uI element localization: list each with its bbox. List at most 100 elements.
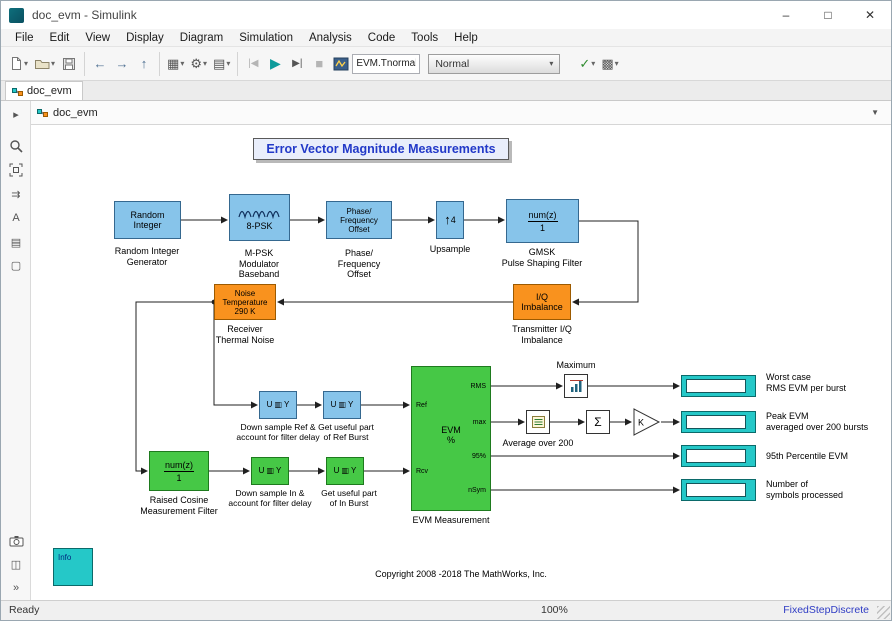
- toolbar-separator: [159, 51, 161, 76]
- tabbar: doc_evm: [1, 81, 891, 101]
- new-document-icon: [12, 57, 21, 70]
- expand-palette-button[interactable]: »: [1, 577, 31, 599]
- annotation-button[interactable]: A: [1, 207, 31, 229]
- build-button[interactable]: ▩ ▾: [598, 51, 621, 77]
- breadcrumb-model-name[interactable]: doc_evm: [53, 107, 98, 119]
- magnifier-icon: [10, 140, 23, 153]
- window-title: doc_evm - Simulink: [32, 8, 137, 22]
- up-to-parent-button[interactable]: ↑: [133, 51, 155, 77]
- raised-cosine-filter-block[interactable]: num(z) 1: [149, 451, 209, 491]
- selector-icon: ▥: [274, 400, 282, 409]
- display-95th-percentile[interactable]: [681, 445, 756, 467]
- get-ref-burst-block[interactable]: U ▥ Y: [323, 391, 361, 419]
- info-block[interactable]: Info: [53, 548, 93, 586]
- status-solver[interactable]: FixedStepDiscrete: [783, 604, 869, 616]
- menu-edit[interactable]: Edit: [42, 29, 78, 47]
- evm-ref-port: Ref: [416, 402, 427, 409]
- evm-rms-port: RMS: [470, 383, 486, 390]
- close-button[interactable]: ✕: [849, 1, 891, 29]
- average-block[interactable]: [526, 410, 550, 434]
- transmitter-iq-imbalance-block[interactable]: I/Q Imbalance: [513, 284, 571, 320]
- statusbar: Ready 100% FixedStepDiscrete: [1, 600, 891, 620]
- model-data-button[interactable]: ◫: [1, 553, 31, 575]
- zoom-shortcuts-button[interactable]: ⇉: [1, 183, 31, 205]
- save-button[interactable]: [58, 51, 80, 77]
- maximize-button[interactable]: □: [807, 1, 849, 29]
- simulation-data-inspector-button[interactable]: [330, 51, 352, 77]
- breadcrumb-dropdown-button[interactable]: ▼: [865, 106, 885, 119]
- phase-frequency-offset-block[interactable]: Phase/ Frequency Offset: [326, 201, 392, 239]
- simulation-mode-dropdown[interactable]: Normal ▾: [428, 53, 561, 74]
- simulink-app-icon: [9, 7, 24, 23]
- new-model-button[interactable]: ▾: [7, 51, 31, 77]
- selector-icon: ▥: [338, 400, 346, 409]
- simulink-window: doc_evm - Simulink – □ ✕ File Edit View …: [0, 0, 892, 621]
- model-file-icon: [37, 109, 48, 117]
- menu-view[interactable]: View: [77, 29, 118, 47]
- scope-icon: [333, 57, 349, 70]
- step-back-button[interactable]: |◀: [242, 51, 264, 77]
- hide-explorer-bar-button[interactable]: ▸: [1, 103, 31, 125]
- downsample-ref-block[interactable]: U ▥ Y: [259, 391, 297, 419]
- titlebar: doc_evm - Simulink – □ ✕: [1, 1, 891, 29]
- model-settings-button[interactable]: ⚙ ▾: [187, 51, 210, 77]
- image-annotation-button[interactable]: ▤: [1, 231, 31, 253]
- title-annotation: Error Vector Magnitude Measurements: [253, 138, 509, 160]
- evm-rcv-port: Rcv: [416, 468, 429, 475]
- random-integer-generator-block[interactable]: Random Integer: [114, 201, 181, 239]
- gain-block[interactable]: K: [633, 408, 661, 436]
- menu-file[interactable]: File: [7, 29, 42, 47]
- run-button[interactable]: ▶: [264, 51, 286, 77]
- minimize-button[interactable]: –: [765, 1, 807, 29]
- folder-icon: [35, 60, 50, 69]
- display-num-symbols[interactable]: [681, 479, 756, 501]
- status-zoom-level: 100%: [541, 604, 568, 616]
- toolbar-separator: [84, 51, 86, 76]
- stop-button[interactable]: ■: [308, 51, 330, 77]
- mpsk-modulator-block[interactable]: 8-PSK: [229, 194, 290, 241]
- area-button[interactable]: ▢: [1, 254, 31, 276]
- display-peak-evm[interactable]: [681, 411, 756, 433]
- sum-block[interactable]: Σ: [586, 410, 610, 434]
- upsample-block[interactable]: ↑ 4: [436, 201, 464, 239]
- editor-area: doc_evm ▼ Error Vector Magnitude Measure…: [31, 101, 891, 600]
- model-advisor-button[interactable]: ✓ ▾: [576, 51, 598, 77]
- palette-toolbar: ▸ ⇉ A ▤ ▢ ◫ »: [1, 101, 31, 600]
- library-browser-button[interactable]: ▦ ▾: [164, 51, 187, 77]
- receiver-thermal-noise-block[interactable]: Noise Temperature 290 K: [214, 284, 276, 320]
- back-button[interactable]: ←: [89, 51, 111, 77]
- signal-wires[interactable]: [31, 125, 891, 600]
- gmsk-pulse-shaping-filter-block[interactable]: num(z) 1: [506, 199, 579, 243]
- copyright-annotation: Copyright 2008 -2018 The MathWorks, Inc.: [375, 569, 547, 579]
- evm-95-port: 95%: [471, 453, 486, 460]
- maximum-block[interactable]: [564, 374, 588, 398]
- fit-to-view-button[interactable]: [1, 159, 31, 181]
- menu-display[interactable]: Display: [118, 29, 172, 47]
- model-canvas[interactable]: Error Vector Magnitude Measurements Rand…: [31, 125, 891, 600]
- open-model-button[interactable]: ▾: [31, 51, 58, 77]
- downsample-in-block[interactable]: U ▥ Y: [251, 457, 289, 485]
- menu-tools[interactable]: Tools: [403, 29, 446, 47]
- viewmarks-button[interactable]: [1, 530, 31, 552]
- model-file-icon: [12, 87, 23, 96]
- toolbar-separator: [237, 51, 239, 76]
- svg-text:K: K: [638, 418, 644, 428]
- resize-grip[interactable]: [877, 606, 890, 619]
- simulation-stop-time-input[interactable]: [352, 53, 421, 74]
- camera-icon: [9, 536, 23, 547]
- tab-doc-evm[interactable]: doc_evm: [5, 81, 83, 100]
- menu-diagram[interactable]: Diagram: [172, 29, 231, 47]
- menu-help[interactable]: Help: [446, 29, 486, 47]
- menu-simulation[interactable]: Simulation: [231, 29, 301, 47]
- model-data-editor-button[interactable]: ▤ ▾: [210, 51, 233, 77]
- forward-button[interactable]: →: [111, 51, 133, 77]
- get-in-burst-block[interactable]: U ▥ Y: [326, 457, 364, 485]
- display-worst-case-rms[interactable]: [681, 375, 756, 397]
- menu-code[interactable]: Code: [360, 29, 404, 47]
- menubar: File Edit View Display Diagram Simulatio…: [1, 29, 891, 47]
- average-icon: [531, 416, 545, 428]
- zoom-button[interactable]: [1, 135, 31, 157]
- step-forward-button[interactable]: ▶|: [286, 51, 308, 77]
- menu-analysis[interactable]: Analysis: [301, 29, 360, 47]
- evm-measurement-block[interactable]: Ref Rcv RMS max 95% nSym EVM%: [411, 366, 491, 511]
